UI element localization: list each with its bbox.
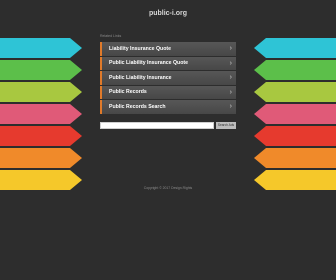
chevron-right-icon: › — [229, 88, 232, 96]
link-label: Public Liability Insurance Quote — [109, 60, 188, 66]
link-item-public-records-search[interactable]: Public Records Search › — [100, 100, 236, 114]
search-input[interactable] — [100, 122, 214, 129]
link-item-liability-insurance-quote[interactable]: Liability Insurance Quote › — [100, 42, 236, 56]
left-wing-chevron — [0, 104, 82, 124]
link-label: Public Records — [109, 89, 147, 95]
left-wing-chevron — [0, 148, 82, 168]
left-wing — [0, 38, 82, 190]
right-wing-chevron — [254, 104, 336, 124]
link-label: Liability Insurance Quote — [109, 45, 171, 52]
left-wing-chevron — [0, 60, 82, 80]
link-label: Public Records Search — [109, 103, 166, 110]
right-wing-chevron — [254, 82, 336, 102]
right-wing-chevron — [254, 38, 336, 58]
footer-copyright: Copyright © 2017 Design.Rights — [143, 186, 193, 190]
link-label: Public Liability Insurance — [109, 74, 172, 81]
right-wing-chevron — [254, 126, 336, 146]
chevron-right-icon: › — [229, 103, 232, 110]
right-wing — [254, 38, 336, 190]
chevron-right-icon: › — [229, 59, 232, 67]
chevron-right-icon: › — [229, 45, 232, 52]
right-wing-chevron — [254, 60, 336, 80]
link-item-public-liability-insurance[interactable]: Public Liability Insurance › — [100, 71, 236, 85]
related-links-label: Related Links — [100, 34, 122, 38]
right-wing-chevron — [254, 148, 336, 168]
related-links: Related Links Liability Insurance Quote … — [100, 34, 236, 118]
left-wing-chevron — [0, 82, 82, 102]
link-item-public-liability-insurance-quote[interactable]: Public Liability Insurance Quote › — [100, 56, 236, 70]
link-item-public-records[interactable]: Public Records › — [100, 85, 236, 99]
search-button[interactable]: Search Ads — [216, 122, 236, 129]
left-wing-chevron — [0, 38, 82, 58]
chevron-right-icon: › — [229, 74, 232, 81]
left-wing-chevron — [0, 126, 82, 146]
